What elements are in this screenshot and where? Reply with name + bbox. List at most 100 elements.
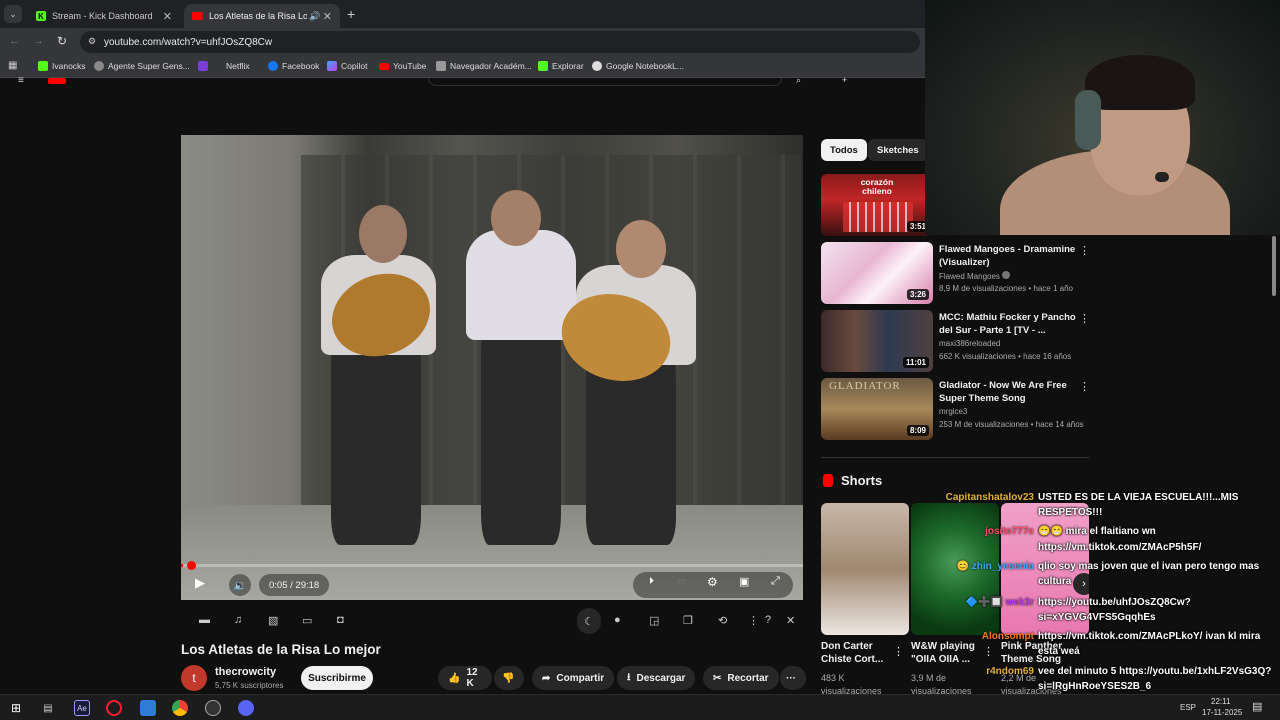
subtitles-icon[interactable]: ▭	[677, 576, 686, 587]
short-title[interactable]: W&W playing "OIIA OIIA ...	[911, 640, 981, 666]
miniplayer-icon[interactable]: ▣	[739, 575, 749, 588]
tray-date[interactable]: 17-11-2025	[1202, 708, 1242, 717]
app-icon[interactable]	[140, 700, 156, 716]
tray-time[interactable]: 22:11	[1211, 697, 1230, 706]
create-icon[interactable]: +	[842, 75, 847, 85]
recommendation-item[interactable]: GLADIATOR 8:09 Gladiator - Now We Are Fr…	[821, 378, 1101, 440]
bookmark-explorar[interactable]: Explorar	[538, 61, 584, 71]
bookmark-netflix[interactable]: Netflix	[198, 61, 250, 71]
dark-mode-icon[interactable]: ☾	[577, 608, 601, 634]
page-scrollbar[interactable]	[1272, 236, 1276, 296]
windows-start-icon[interactable]: ⊞	[8, 700, 24, 716]
help-icon[interactable]: ?	[765, 614, 771, 626]
fullscreen-icon[interactable]: ⤢	[771, 575, 780, 588]
image-icon[interactable]: ▧	[268, 614, 278, 627]
browser-tab-bar: ⌄ K Stream - Kick Dashboard ✕ Los Atleta…	[0, 0, 925, 28]
thumbs-up-icon: 👍	[448, 672, 461, 684]
address-bar[interactable]: ⚙ youtube.com/watch?v=uhfJOsZQ8Cw	[80, 31, 920, 53]
more-vert-icon[interactable]: ⋮	[1079, 312, 1090, 325]
more-vert-icon[interactable]: ⋮	[1079, 244, 1090, 257]
task-view-icon[interactable]: ▤	[40, 700, 56, 716]
subscribe-button[interactable]: Suscribirme	[301, 666, 373, 690]
tab-list-dropdown-icon[interactable]: ⌄	[4, 5, 22, 23]
bookmark-youtube[interactable]: YouTube	[379, 61, 426, 71]
site-info-icon[interactable]: ⚙	[88, 36, 96, 47]
back-arrow-icon[interactable]: ←	[9, 35, 20, 47]
loop-icon[interactable]: ⟲	[718, 614, 727, 627]
bookmark-navegador[interactable]: Navegador Académ...	[436, 61, 532, 71]
music-note-icon[interactable]: ♫	[234, 614, 242, 626]
recommendation-item[interactable]: 11:01 MCC: Mathiu Focker y Pancho del Su…	[821, 310, 1101, 372]
kick-icon	[538, 61, 548, 71]
tab-youtube-video[interactable]: Los Atletas de la Risa Lo m 🔊 ✕	[184, 4, 340, 28]
forward-arrow-icon[interactable]: →	[33, 35, 44, 47]
reload-icon[interactable]: ↻	[57, 34, 67, 48]
recommendation-channel[interactable]: mrgice3	[939, 407, 967, 416]
bookmark-ivanocks[interactable]: Ivanocks	[38, 61, 86, 71]
close-icon[interactable]: ✕	[163, 10, 172, 23]
channel-avatar[interactable]: t	[181, 665, 207, 691]
copy-icon[interactable]: ❐	[683, 614, 693, 627]
opera-icon[interactable]	[106, 700, 122, 716]
channel-name[interactable]: thecrowcity	[215, 666, 276, 678]
more-vert-icon[interactable]: ⋮	[748, 614, 759, 627]
autoplay-toggle-icon[interactable]: ⏵	[649, 576, 654, 587]
clip-button[interactable]: ✂ Recortar	[703, 666, 779, 690]
progress-bar[interactable]	[181, 561, 803, 570]
more-vert-icon[interactable]: ⋮	[893, 645, 904, 658]
tray-lang[interactable]: ESP	[1180, 703, 1196, 712]
chat-message: esta weá	[1038, 646, 1080, 657]
chat-message: vee del minuto 5 https://youtu.be/1xhLF2…	[1038, 666, 1272, 677]
chip-todos[interactable]: Todos	[821, 139, 867, 161]
youtube-logo-icon[interactable]	[48, 78, 66, 84]
recommendation-channel[interactable]: maxi386reloaded	[939, 339, 1000, 348]
chevron-right-icon[interactable]: ›	[1073, 573, 1089, 595]
notification-icon[interactable]: ▤	[1252, 700, 1262, 713]
chip-sketches[interactable]: Sketches	[868, 139, 928, 161]
tab-kick-dashboard[interactable]: K Stream - Kick Dashboard ✕	[28, 4, 180, 28]
recommendation-channel[interactable]: Flawed Mangoes	[939, 271, 1011, 281]
settings-icon[interactable]: ⚙	[707, 575, 718, 589]
apps-grid-icon[interactable]: ▦	[8, 60, 17, 71]
more-actions-button[interactable]: ···	[780, 666, 806, 690]
dislike-button[interactable]: 👎	[494, 666, 524, 690]
close-icon[interactable]: ✕	[786, 614, 795, 627]
chat-username: 😊 zhin_yesenia	[956, 561, 1034, 572]
video-player[interactable]	[181, 135, 803, 600]
progress-scrubber[interactable]	[187, 561, 196, 570]
bookmark-agente[interactable]: Agente Super Gens...	[94, 61, 190, 71]
captions-icon[interactable]: ▭	[302, 614, 312, 627]
screenshot-icon[interactable]: ◘	[337, 614, 344, 626]
menu-icon[interactable]: ≡	[18, 75, 24, 86]
short-thumbnail[interactable]	[821, 503, 909, 635]
kick-icon	[38, 61, 48, 71]
short-title[interactable]: Don Carter Chiste Cort...	[821, 640, 891, 666]
obs-icon[interactable]	[205, 700, 221, 716]
camera-icon[interactable]: ▬	[199, 614, 210, 626]
bookmark-facebook[interactable]: Facebook	[268, 61, 319, 71]
like-button[interactable]: 👍 12 K	[438, 666, 492, 690]
youtube-icon	[379, 62, 389, 70]
new-tab-button[interactable]: +	[347, 6, 355, 22]
search-icon[interactable]: ⌕	[796, 75, 801, 86]
lightbulb-icon[interactable]: ●	[614, 614, 621, 626]
more-vert-icon[interactable]: ⋮	[983, 645, 994, 658]
close-icon[interactable]: ✕	[323, 10, 332, 23]
recommendation-title[interactable]: MCC: Mathiu Focker y Pancho del Sur - Pa…	[939, 311, 1079, 337]
bookmark-copilot[interactable]: Copilot	[327, 61, 367, 71]
speaker-icon[interactable]: 🔊	[309, 11, 320, 22]
play-icon[interactable]: ▶	[195, 575, 205, 591]
pip-icon[interactable]: ◲	[649, 614, 659, 627]
search-box[interactable]	[428, 78, 782, 86]
recommendation-title[interactable]: Flawed Mangoes - Dramamine (Visualizer)	[939, 243, 1079, 269]
discord-icon[interactable]	[238, 700, 254, 716]
chrome-icon[interactable]	[172, 700, 188, 716]
download-button[interactable]: ⭳ Descargar	[617, 666, 696, 690]
recommendation-item[interactable]: 3:26 Flawed Mangoes - Dramamine (Visuali…	[821, 242, 1101, 304]
share-button[interactable]: ➦ Compartir	[532, 666, 615, 690]
recommendation-title[interactable]: Gladiator - Now We Are Free Super Theme …	[939, 379, 1079, 405]
volume-icon[interactable]: 🔉	[229, 574, 251, 596]
more-vert-icon[interactable]: ⋮	[1079, 380, 1090, 393]
bookmark-notebooklm[interactable]: Google NotebookL...	[592, 61, 684, 71]
after-effects-icon[interactable]: Ae	[74, 700, 90, 716]
